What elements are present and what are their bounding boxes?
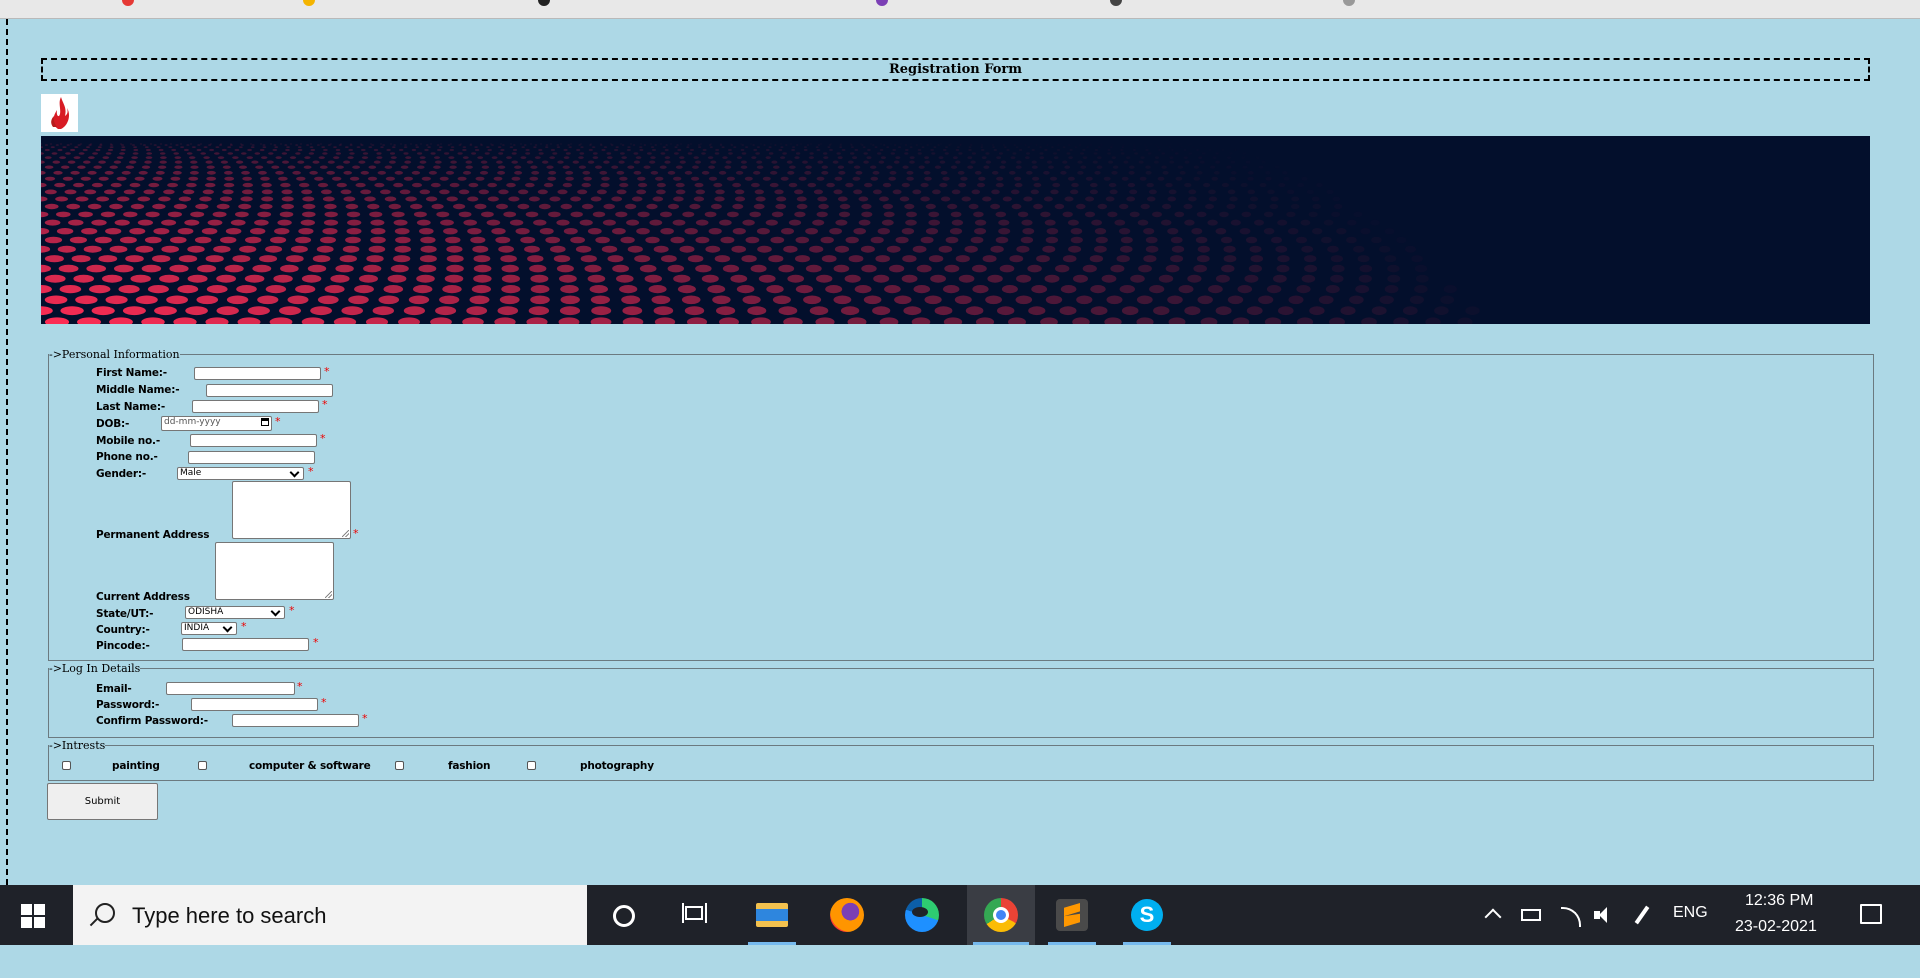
bookmark-icon[interactable] (122, 0, 134, 6)
interests-legend: ->Intrests (49, 739, 106, 752)
interest-label: computer & software (249, 760, 371, 772)
computer-software-checkbox[interactable] (198, 761, 207, 770)
windows-taskbar: Type here to search S ENG 12:36 PM 23-02… (0, 885, 1920, 945)
email-label: Email- (96, 683, 132, 695)
search-placeholder: Type here to search (132, 903, 327, 928)
pincode-label: Pincode:- (96, 640, 150, 652)
bookmark-icon[interactable] (876, 0, 888, 6)
wifi-icon[interactable] (1561, 907, 1581, 927)
edge-icon[interactable] (892, 885, 952, 945)
mobile-label: Mobile no.- (96, 435, 160, 447)
chevron-down-icon (270, 606, 281, 617)
first-name-label: First Name:- (96, 367, 167, 379)
form-title: Registration Form (41, 58, 1870, 81)
mobile-input[interactable] (190, 434, 317, 447)
battery-icon[interactable] (1521, 909, 1541, 921)
phone-label: Phone no.- (96, 451, 158, 463)
state-label: State/UT:- (96, 608, 154, 620)
required-mark: * (241, 620, 247, 633)
required-mark: * (297, 680, 303, 693)
chevron-down-icon (289, 467, 300, 478)
required-mark: * (322, 398, 328, 411)
clock-date[interactable]: 23-02-2021 (1735, 918, 1817, 978)
current-address-label: Current Address (96, 591, 190, 603)
gender-value: Male (180, 468, 202, 478)
confirm-password-input[interactable] (232, 714, 359, 727)
interest-label: photography (580, 760, 654, 772)
permanent-address-textarea[interactable] (232, 481, 351, 539)
show-hidden-icons-icon[interactable] (1484, 905, 1503, 926)
required-mark: * (308, 465, 314, 478)
chrome-icon[interactable] (967, 885, 1035, 945)
gender-label: Gender:- (96, 468, 146, 480)
interest-label: painting (112, 760, 160, 772)
firefox-icon[interactable] (817, 885, 877, 945)
email-input[interactable] (166, 682, 295, 695)
permanent-address-label: Permanent Address (96, 529, 210, 541)
dob-label: DOB:- (96, 418, 130, 430)
current-address-textarea[interactable] (215, 542, 334, 600)
state-select[interactable]: ODISHA (185, 606, 285, 619)
file-explorer-icon[interactable] (742, 885, 802, 945)
photography-checkbox[interactable] (527, 761, 536, 770)
windows-start-icon[interactable] (21, 904, 45, 928)
taskbar-search-box[interactable]: Type here to search (73, 885, 587, 945)
search-icon (95, 903, 115, 923)
phone-input[interactable] (188, 451, 315, 464)
country-select[interactable]: INDIA (181, 622, 237, 635)
sublime-text-icon[interactable] (1042, 885, 1102, 945)
state-value: ODISHA (188, 607, 224, 617)
bookmarks-bar (0, 0, 1920, 19)
bookmark-icon[interactable] (1343, 0, 1355, 6)
password-input[interactable] (191, 698, 318, 711)
bookmark-icon[interactable] (538, 0, 550, 6)
confirm-password-label: Confirm Password:- (96, 715, 208, 727)
country-value: INDIA (184, 623, 210, 633)
painting-checkbox[interactable] (62, 761, 71, 770)
dob-input[interactable]: dd-mm-yyyy (161, 416, 272, 431)
bookmark-icon[interactable] (1110, 0, 1122, 6)
submit-button[interactable]: Submit (47, 783, 158, 820)
cortana-icon[interactable] (593, 885, 653, 945)
middle-name-input[interactable] (206, 384, 333, 397)
required-mark: * (324, 365, 330, 378)
flame-logo (41, 94, 78, 132)
header-banner (41, 136, 1870, 324)
fashion-checkbox[interactable] (395, 761, 404, 770)
required-mark: * (313, 636, 319, 649)
notifications-icon[interactable] (1860, 904, 1882, 924)
calendar-icon[interactable] (261, 418, 269, 426)
required-mark: * (353, 527, 359, 540)
required-mark: * (320, 432, 326, 445)
login-details-legend: ->Log In Details (49, 662, 141, 675)
interest-label: fashion (448, 760, 491, 772)
first-name-input[interactable] (194, 367, 321, 380)
last-name-input[interactable] (192, 400, 319, 413)
required-mark: * (362, 712, 368, 725)
gender-select[interactable]: Male (177, 467, 304, 480)
bookmark-icon[interactable] (303, 0, 315, 6)
language-indicator[interactable]: ENG (1673, 904, 1708, 964)
country-label: Country:- (96, 624, 150, 636)
pincode-input[interactable] (182, 638, 309, 651)
last-name-label: Last Name:- (96, 401, 165, 413)
required-mark: * (289, 604, 295, 617)
skype-icon[interactable]: S (1117, 885, 1177, 945)
personal-information-legend: ->Personal Information (49, 348, 180, 361)
required-mark: * (321, 696, 327, 709)
task-view-icon[interactable] (665, 885, 725, 945)
middle-name-label: Middle Name:- (96, 384, 180, 396)
dob-placeholder: dd-mm-yyyy (164, 417, 221, 427)
chevron-down-icon (222, 622, 233, 633)
password-label: Password:- (96, 699, 160, 711)
pen-icon[interactable] (1634, 905, 1650, 925)
required-mark: * (275, 415, 281, 428)
volume-icon[interactable] (1594, 907, 1614, 923)
